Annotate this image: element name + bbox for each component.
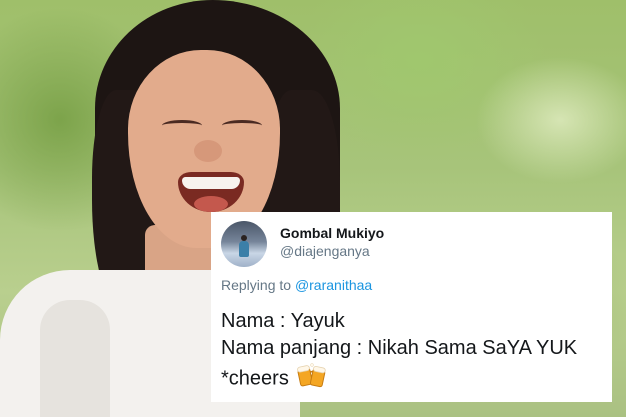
blouse-fold	[40, 300, 110, 417]
teeth	[182, 177, 240, 189]
replying-prefix: Replying to	[221, 277, 292, 293]
tweet-text: Nama : Yayuk Nama panjang : Nikah Sama S…	[221, 308, 606, 396]
tweet-line-3-text: *cheers	[221, 367, 289, 390]
closed-eye-right	[222, 120, 262, 131]
avatar[interactable]	[221, 221, 267, 267]
tweet-card: Gombal Mukiyo @diajenganya Replying to @…	[211, 212, 612, 402]
tweet-line-2: Nama panjang : Nikah Sama SaYA YUK	[221, 337, 578, 359]
tweet-line-1: Nama : Yayuk	[221, 310, 345, 332]
tongue	[194, 196, 228, 212]
replying-to-line: Replying to @raranithaa	[221, 277, 372, 293]
replying-to-link[interactable]: @raranithaa	[295, 277, 372, 293]
display-name[interactable]: Gombal Mukiyo	[280, 225, 384, 241]
avatar-person-body	[239, 241, 249, 257]
tweet-line-3: *cheers	[221, 362, 606, 396]
clinking-beer-mugs-icon	[297, 362, 327, 396]
closed-eye-left	[162, 120, 202, 131]
nose	[194, 140, 222, 162]
user-handle[interactable]: @diajenganya	[280, 243, 370, 259]
